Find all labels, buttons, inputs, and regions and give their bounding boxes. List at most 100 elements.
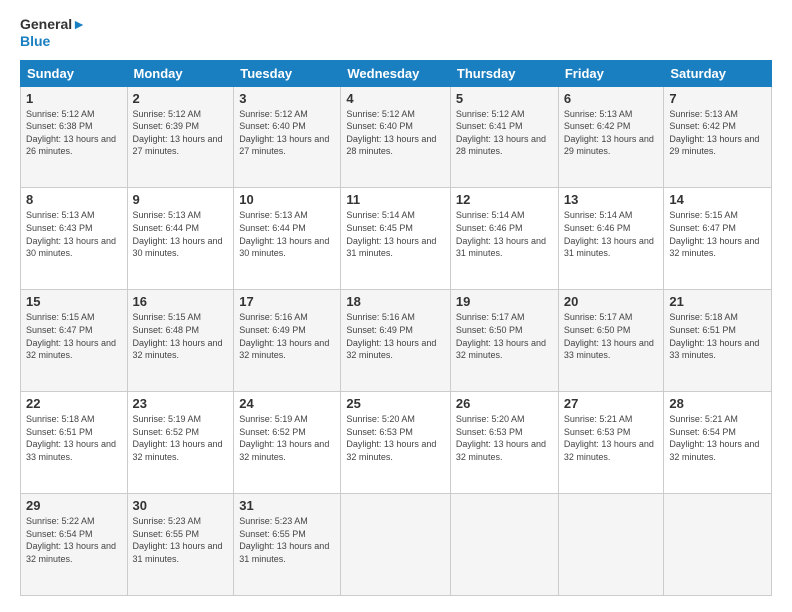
calendar-cell: 23 Sunrise: 5:19 AMSunset: 6:52 PMDayligh… xyxy=(127,392,234,494)
calendar-cell xyxy=(664,494,772,596)
day-info: Sunrise: 5:14 AMSunset: 6:45 PMDaylight:… xyxy=(346,210,436,258)
day-number: 31 xyxy=(239,498,335,513)
calendar-cell: 5Sunrise: 5:12 AMSunset: 6:41 PMDaylight… xyxy=(450,86,558,188)
calendar-cell: 12 Sunrise: 5:14 AMSunset: 6:46 PMDayligh… xyxy=(450,188,558,290)
day-info: Sunrise: 5:12 AMSunset: 6:40 PMDaylight:… xyxy=(239,109,329,157)
day-of-week-header: Sunday xyxy=(21,60,128,86)
day-info: Sunrise: 5:20 AMSunset: 6:53 PMDaylight:… xyxy=(456,414,546,462)
day-number: 3 xyxy=(239,91,335,106)
logo-text: General► Blue xyxy=(20,16,86,50)
day-info: Sunrise: 5:14 AMSunset: 6:46 PMDaylight:… xyxy=(456,210,546,258)
day-number: 29 xyxy=(26,498,122,513)
day-info: Sunrise: 5:21 AMSunset: 6:54 PMDaylight:… xyxy=(669,414,759,462)
calendar-cell: 27 Sunrise: 5:21 AMSunset: 6:53 PMDayligh… xyxy=(558,392,664,494)
calendar-cell: 24Sunrise: 5:19 AMSunset: 6:52 PMDayligh… xyxy=(234,392,341,494)
day-number: 23 xyxy=(133,396,229,411)
day-info: Sunrise: 5:17 AMSunset: 6:50 PMDaylight:… xyxy=(564,312,654,360)
calendar-cell: 10 Sunrise: 5:13 AMSunset: 6:44 PMDayligh… xyxy=(234,188,341,290)
calendar-cell: 28 Sunrise: 5:21 AMSunset: 6:54 PMDayligh… xyxy=(664,392,772,494)
calendar-cell: 11 Sunrise: 5:14 AMSunset: 6:45 PMDayligh… xyxy=(341,188,451,290)
day-of-week-header: Monday xyxy=(127,60,234,86)
calendar-cell: 2Sunrise: 5:12 AMSunset: 6:39 PMDaylight… xyxy=(127,86,234,188)
day-of-week-header: Saturday xyxy=(664,60,772,86)
calendar-cell xyxy=(450,494,558,596)
day-number: 13 xyxy=(564,192,659,207)
day-of-week-header: Wednesday xyxy=(341,60,451,86)
day-number: 17 xyxy=(239,294,335,309)
day-info: Sunrise: 5:16 AMSunset: 6:49 PMDaylight:… xyxy=(346,312,436,360)
day-info: Sunrise: 5:18 AMSunset: 6:51 PMDaylight:… xyxy=(669,312,759,360)
day-number: 16 xyxy=(133,294,229,309)
day-number: 19 xyxy=(456,294,553,309)
day-of-week-header: Thursday xyxy=(450,60,558,86)
calendar-cell: 31 Sunrise: 5:23 AMSunset: 6:55 PMDayligh… xyxy=(234,494,341,596)
day-number: 11 xyxy=(346,192,445,207)
day-info: Sunrise: 5:20 AMSunset: 6:53 PMDaylight:… xyxy=(346,414,436,462)
calendar-cell: 17 Sunrise: 5:16 AMSunset: 6:49 PMDayligh… xyxy=(234,290,341,392)
calendar-cell: 15 Sunrise: 5:15 AMSunset: 6:47 PMDayligh… xyxy=(21,290,128,392)
day-of-week-header: Tuesday xyxy=(234,60,341,86)
calendar-cell: 26 Sunrise: 5:20 AMSunset: 6:53 PMDayligh… xyxy=(450,392,558,494)
day-number: 21 xyxy=(669,294,766,309)
day-info: Sunrise: 5:12 AMSunset: 6:39 PMDaylight:… xyxy=(133,109,223,157)
day-number: 27 xyxy=(564,396,659,411)
day-info: Sunrise: 5:12 AMSunset: 6:41 PMDaylight:… xyxy=(456,109,546,157)
day-info: Sunrise: 5:23 AMSunset: 6:55 PMDaylight:… xyxy=(239,516,329,564)
calendar-cell: 9 Sunrise: 5:13 AMSunset: 6:44 PMDaylight… xyxy=(127,188,234,290)
day-info: Sunrise: 5:13 AMSunset: 6:44 PMDaylight:… xyxy=(133,210,223,258)
day-of-week-header: Friday xyxy=(558,60,664,86)
logo: General► Blue xyxy=(20,16,86,50)
calendar-cell: 6 Sunrise: 5:13 AMSunset: 6:42 PMDaylight… xyxy=(558,86,664,188)
day-info: Sunrise: 5:13 AMSunset: 6:42 PMDaylight:… xyxy=(564,109,654,157)
calendar-cell: 25 Sunrise: 5:20 AMSunset: 6:53 PMDayligh… xyxy=(341,392,451,494)
day-info: Sunrise: 5:13 AMSunset: 6:44 PMDaylight:… xyxy=(239,210,329,258)
day-info: Sunrise: 5:12 AMSunset: 6:38 PMDaylight:… xyxy=(26,109,116,157)
day-number: 25 xyxy=(346,396,445,411)
calendar-cell xyxy=(341,494,451,596)
day-number: 4 xyxy=(346,91,445,106)
day-info: Sunrise: 5:13 AMSunset: 6:43 PMDaylight:… xyxy=(26,210,116,258)
day-number: 10 xyxy=(239,192,335,207)
day-number: 12 xyxy=(456,192,553,207)
day-info: Sunrise: 5:18 AMSunset: 6:51 PMDaylight:… xyxy=(26,414,116,462)
calendar-cell: 14Sunrise: 5:15 AMSunset: 6:47 PMDayligh… xyxy=(664,188,772,290)
day-number: 8 xyxy=(26,192,122,207)
calendar-cell: 8 Sunrise: 5:13 AMSunset: 6:43 PMDaylight… xyxy=(21,188,128,290)
day-info: Sunrise: 5:21 AMSunset: 6:53 PMDaylight:… xyxy=(564,414,654,462)
calendar-cell: 7 Sunrise: 5:13 AMSunset: 6:42 PMDaylight… xyxy=(664,86,772,188)
day-number: 20 xyxy=(564,294,659,309)
calendar-cell: 19 Sunrise: 5:17 AMSunset: 6:50 PMDayligh… xyxy=(450,290,558,392)
day-info: Sunrise: 5:15 AMSunset: 6:47 PMDaylight:… xyxy=(26,312,116,360)
calendar-cell xyxy=(558,494,664,596)
day-number: 15 xyxy=(26,294,122,309)
calendar-cell: 4 Sunrise: 5:12 AMSunset: 6:40 PMDaylight… xyxy=(341,86,451,188)
day-info: Sunrise: 5:16 AMSunset: 6:49 PMDaylight:… xyxy=(239,312,329,360)
day-info: Sunrise: 5:23 AMSunset: 6:55 PMDaylight:… xyxy=(133,516,223,564)
day-info: Sunrise: 5:15 AMSunset: 6:48 PMDaylight:… xyxy=(133,312,223,360)
calendar-cell: 13 Sunrise: 5:14 AMSunset: 6:46 PMDayligh… xyxy=(558,188,664,290)
calendar-cell: 30 Sunrise: 5:23 AMSunset: 6:55 PMDayligh… xyxy=(127,494,234,596)
day-info: Sunrise: 5:13 AMSunset: 6:42 PMDaylight:… xyxy=(669,109,759,157)
calendar-cell: 16 Sunrise: 5:15 AMSunset: 6:48 PMDayligh… xyxy=(127,290,234,392)
calendar-cell: 21 Sunrise: 5:18 AMSunset: 6:51 PMDayligh… xyxy=(664,290,772,392)
day-number: 30 xyxy=(133,498,229,513)
day-number: 14 xyxy=(669,192,766,207)
day-info: Sunrise: 5:17 AMSunset: 6:50 PMDaylight:… xyxy=(456,312,546,360)
calendar-cell: 20 Sunrise: 5:17 AMSunset: 6:50 PMDayligh… xyxy=(558,290,664,392)
day-number: 28 xyxy=(669,396,766,411)
day-number: 7 xyxy=(669,91,766,106)
day-number: 1 xyxy=(26,91,122,106)
day-info: Sunrise: 5:14 AMSunset: 6:46 PMDaylight:… xyxy=(564,210,654,258)
calendar-cell: 22 Sunrise: 5:18 AMSunset: 6:51 PMDayligh… xyxy=(21,392,128,494)
day-info: Sunrise: 5:22 AMSunset: 6:54 PMDaylight:… xyxy=(26,516,116,564)
day-number: 22 xyxy=(26,396,122,411)
day-number: 26 xyxy=(456,396,553,411)
day-number: 6 xyxy=(564,91,659,106)
day-info: Sunrise: 5:19 AMSunset: 6:52 PMDaylight:… xyxy=(133,414,223,462)
day-info: Sunrise: 5:19 AMSunset: 6:52 PMDaylight:… xyxy=(239,414,329,462)
day-number: 18 xyxy=(346,294,445,309)
calendar-cell: 18 Sunrise: 5:16 AMSunset: 6:49 PMDayligh… xyxy=(341,290,451,392)
calendar-cell: 3 Sunrise: 5:12 AMSunset: 6:40 PMDaylight… xyxy=(234,86,341,188)
day-info: Sunrise: 5:12 AMSunset: 6:40 PMDaylight:… xyxy=(346,109,436,157)
day-number: 9 xyxy=(133,192,229,207)
